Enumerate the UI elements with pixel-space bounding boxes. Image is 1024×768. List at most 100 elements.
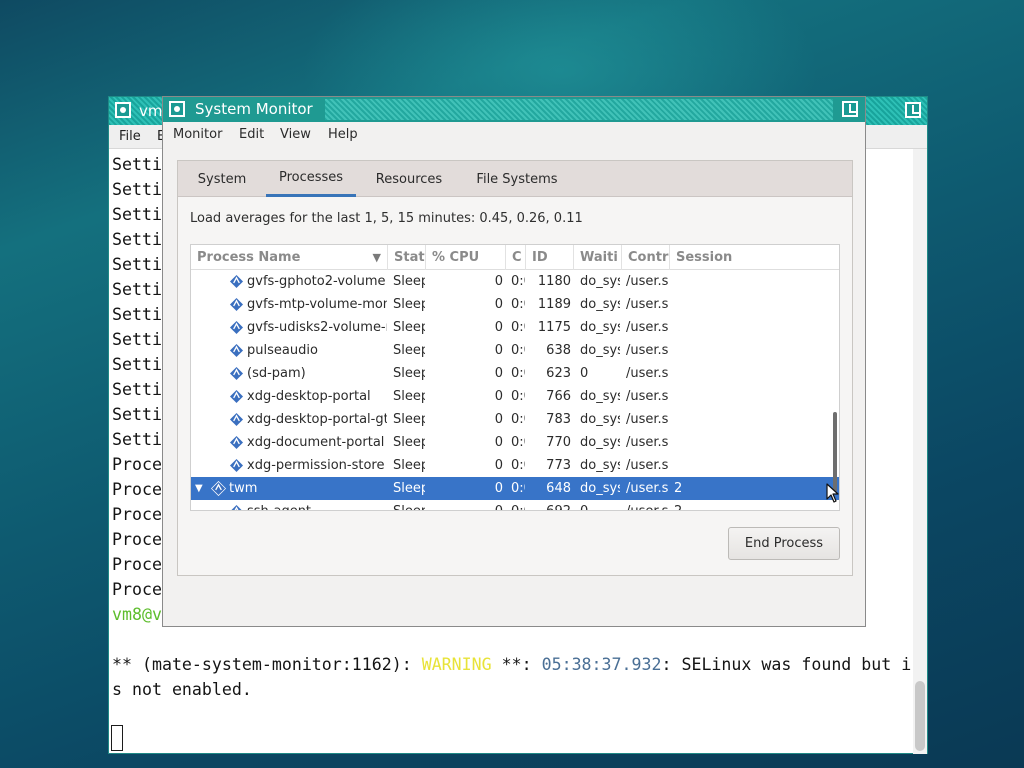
system-monitor-titlebar[interactable]: System Monitor	[163, 97, 865, 122]
tab-resources[interactable]: Resources	[368, 161, 450, 197]
cell-process-name: gvfs-gphoto2-volume	[247, 274, 386, 289]
menu-edit[interactable]: Edit	[239, 127, 264, 142]
process-diamond-icon	[229, 297, 244, 312]
process-diamond-icon	[229, 274, 244, 289]
cell-control: /user.s	[626, 500, 668, 510]
cell-waiting: do_sys	[580, 412, 620, 427]
terminal-line: Setti	[112, 380, 162, 399]
column-session[interactable]: Session	[670, 245, 839, 270]
process-table[interactable]: Process Name ▼ Stat % CPU C ID Waiti Con…	[190, 244, 840, 511]
menu-view[interactable]: View	[280, 127, 311, 142]
cell-status: Sleeping	[393, 458, 425, 473]
terminal-line: Setti	[112, 205, 162, 224]
warning-timestamp: 05:38:37.932	[541, 655, 662, 674]
cell-status: Sleeping	[393, 389, 425, 404]
cell-process-name: ssh-agent	[247, 500, 387, 510]
tab-processes[interactable]: Processes	[266, 161, 356, 197]
cell-cpu-time: 0:0	[511, 320, 525, 335]
terminal-scrollbar-thumb[interactable]	[915, 681, 925, 751]
terminal-line: Setti	[112, 255, 162, 274]
process-row[interactable]: xdg-document-portal Sleeping 0 0:0 770 do_sys…	[191, 431, 839, 454]
cell-id: 766	[546, 389, 571, 404]
cell-waiting: do_sys	[580, 320, 620, 335]
process-rows: gvfs-gphoto2-volume Sleeping 0 0:0 1180 do_sy…	[191, 270, 839, 510]
cell-status: Sleeping	[393, 343, 425, 358]
maximize-icon[interactable]	[905, 102, 921, 118]
tree-expander-down-icon[interactable]: ▼	[195, 477, 203, 500]
process-row[interactable]: (sd-pam) Sleeping 0 0:0 623 0/user.s	[191, 362, 839, 385]
cell-control: /user.s	[626, 320, 668, 335]
cell-id: 623	[546, 366, 571, 381]
terminal-line: Proce	[112, 480, 162, 499]
terminal-line: Setti	[112, 430, 162, 449]
tab-system[interactable]: System	[190, 161, 254, 197]
cell-control: /user.s	[626, 458, 668, 473]
titlebar-drag-area[interactable]	[325, 99, 833, 120]
cell-cpu-time: 0:0	[511, 297, 525, 312]
cell-id: 1180	[537, 274, 571, 289]
process-row[interactable]: xdg-permission-store Sleeping 0 0:0 773 do_sy…	[191, 454, 839, 477]
process-table-scrollbar-thumb[interactable]	[833, 412, 837, 492]
menu-help[interactable]: Help	[328, 127, 358, 142]
warning-separator: **:	[491, 655, 542, 674]
cell-cpu: 0	[494, 274, 503, 289]
process-row[interactable]: gvfs-gphoto2-volume Sleeping 0 0:0 1180 do_sy…	[191, 270, 839, 293]
mouse-pointer-icon	[826, 483, 839, 503]
process-row[interactable]: ssh-agent Sleeping 0 0:0 692 0/user.s 2	[191, 500, 839, 510]
cell-id: 638	[546, 343, 571, 358]
cell-session	[674, 454, 734, 477]
cell-session	[674, 385, 734, 408]
column-cpu-time[interactable]: C	[506, 245, 526, 270]
cell-session	[674, 316, 734, 339]
column-waiting[interactable]: Waiti	[574, 245, 622, 270]
cell-cpu-time: 0:0	[511, 481, 525, 496]
process-row[interactable]: gvfs-mtp-volume-monitor Sleeping 0 0:0 1189 d…	[191, 293, 839, 316]
column-status[interactable]: Stat	[388, 245, 426, 270]
terminal-line: Setti	[112, 305, 162, 324]
window-menu-icon[interactable]	[115, 102, 131, 118]
cell-cpu: 0	[494, 366, 503, 381]
process-row[interactable]: xdg-desktop-portal-gtk Sleeping 0 0:0 783 do_…	[191, 408, 839, 431]
cell-control: /user.s	[626, 297, 668, 312]
process-table-header: Process Name ▼ Stat % CPU C ID Waiti Con…	[191, 245, 839, 270]
cell-session: 2	[674, 481, 683, 496]
column-id[interactable]: ID	[526, 245, 574, 270]
cell-control: /user.s	[626, 435, 668, 450]
cell-cpu: 0	[429, 500, 503, 510]
warning-message: : SELinux was found but i	[661, 655, 912, 674]
tab-file-systems[interactable]: File Systems	[464, 161, 570, 197]
menu-monitor[interactable]: Monitor	[173, 127, 222, 142]
cell-waiting: 0	[580, 500, 620, 510]
cell-cpu: 0	[494, 343, 503, 358]
cell-waiting: do_sys	[580, 274, 620, 289]
process-diamond-icon	[229, 366, 244, 381]
maximize-icon[interactable]	[842, 101, 858, 117]
cell-process-name: gvfs-mtp-volume-monitor	[247, 297, 387, 312]
process-row[interactable]: pulseaudio Sleeping 0 0:0 638 do_sys/user.s	[191, 339, 839, 362]
process-row[interactable]: xdg-desktop-portal Sleeping 0 0:0 766 do_sys /…	[191, 385, 839, 408]
system-monitor-window[interactable]: System Monitor Monitor Edit View Help Sy…	[162, 96, 866, 627]
column-cpu[interactable]: % CPU	[426, 245, 506, 270]
terminal-line: Setti	[112, 180, 162, 199]
cell-control: /user.s	[626, 366, 668, 381]
cell-process-name: gvfs-udisks2-volume-monitor	[247, 320, 387, 335]
cell-waiting: do_sys	[580, 297, 620, 312]
cell-waiting: 0	[580, 366, 589, 381]
terminal-line: Proce	[112, 530, 162, 549]
notebook: System Processes Resources File Systems …	[177, 160, 853, 576]
terminal-line: Proce	[112, 455, 162, 474]
terminal-scrollbar-track[interactable]	[913, 149, 927, 754]
cell-session	[674, 408, 734, 431]
end-process-button[interactable]: End Process	[728, 527, 840, 560]
window-menu-icon[interactable]	[169, 101, 185, 117]
process-row[interactable]: gvfs-udisks2-volume-monitor Sleeping 0 0:0 1…	[191, 316, 839, 339]
column-control[interactable]: Contr	[622, 245, 670, 270]
cell-status: Sleeping	[393, 297, 425, 312]
terminal-menu-file[interactable]: File	[119, 129, 141, 144]
process-row[interactable]: ▼ twm Sleeping 0 0:0 648 do_sys/user.s 2	[191, 477, 839, 500]
cell-process-name: (sd-pam)	[247, 366, 306, 381]
cell-waiting: do_sys	[580, 481, 620, 496]
terminal-title: vm	[139, 102, 163, 120]
process-diamond-icon	[230, 504, 243, 510]
column-process-name[interactable]: Process Name ▼	[191, 245, 388, 270]
